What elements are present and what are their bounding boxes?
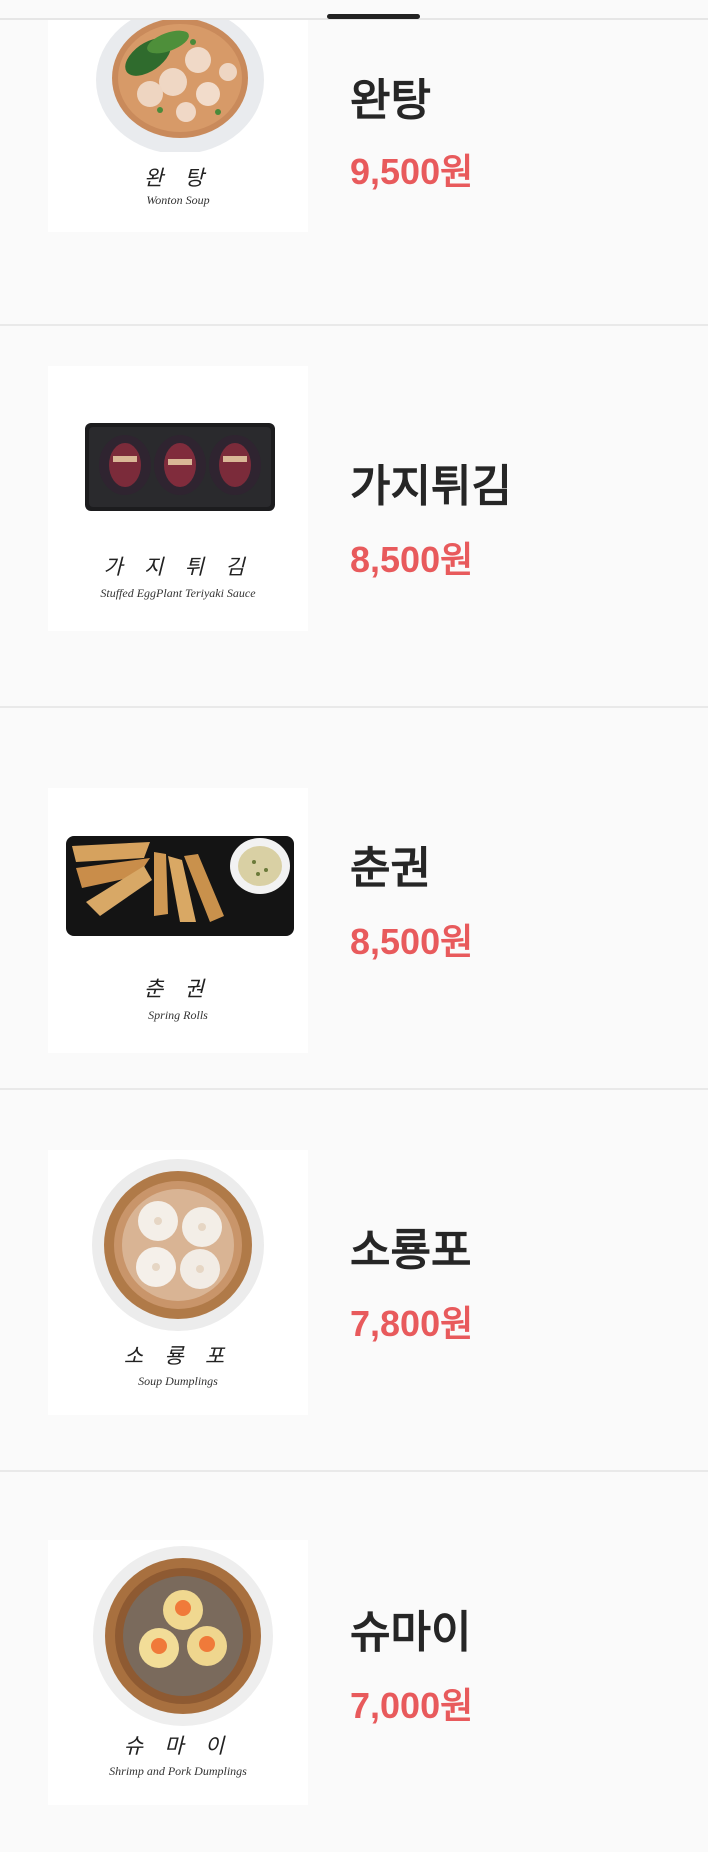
menu-price: 8,500원 [350, 539, 474, 580]
menu-name: 춘권 [350, 844, 431, 893]
menu-price: 8,500원 [350, 921, 474, 962]
menu-name: 완탕 [350, 76, 431, 125]
menu-name: 슈마이 [350, 1608, 472, 1657]
menu-item-wonton[interactable]: 완 탕 Wonton Soup 완탕 9,500원 [0, 0, 708, 326]
wonton-soup-photo [48, 2, 308, 152]
caption-english: Shrimp and Pork Dumplings [109, 1764, 247, 1778]
drag-handle[interactable] [327, 14, 420, 19]
menu-price: 7,800원 [350, 1303, 474, 1344]
caption-english: Wonton Soup [146, 193, 210, 207]
menu-photo-card[interactable]: 가 지 튀 김 Stuffed EggPlant Teriyaki Sauce [48, 366, 308, 631]
menu-price: 7,000원 [350, 1685, 474, 1726]
shumai-photo [48, 1540, 308, 1730]
soup-dumplings-photo [48, 1150, 308, 1340]
spring-rolls-photo [48, 788, 308, 978]
caption-korean: 소 룡 포 [123, 1344, 233, 1368]
menu-photo-card[interactable]: 슈 마 이 Shrimp and Pork Dumplings [48, 1540, 308, 1805]
menu-item-spring-rolls[interactable]: 춘 권 Spring Rolls 춘권 8,500원 [0, 708, 708, 1090]
menu-item-soup-dumplings[interactable]: 소 룡 포 Soup Dumplings 소룡포 7,800원 [0, 1090, 708, 1472]
caption-english: Spring Rolls [148, 1008, 208, 1022]
caption-korean: 완 탕 [144, 166, 212, 190]
caption-korean: 춘 권 [144, 977, 212, 1001]
menu-price: 9,500원 [350, 151, 474, 192]
menu-photo-card[interactable]: 완 탕 Wonton Soup [48, 2, 308, 232]
caption-korean: 가 지 튀 김 [103, 555, 253, 579]
caption-english: Stuffed EggPlant Teriyaki Sauce [100, 586, 256, 600]
top-bar [0, 0, 708, 20]
menu-name: 소룡포 [350, 1226, 472, 1275]
caption-english: Soup Dumplings [138, 1374, 218, 1388]
eggplant-photo [48, 366, 308, 556]
caption-korean: 슈 마 이 [123, 1734, 233, 1758]
menu-photo-card[interactable]: 춘 권 Spring Rolls [48, 788, 308, 1053]
menu-name: 가지튀김 [350, 462, 512, 511]
menu-photo-card[interactable]: 소 룡 포 Soup Dumplings [48, 1150, 308, 1415]
menu-item-eggplant[interactable]: 가 지 튀 김 Stuffed EggPlant Teriyaki Sauce … [0, 326, 708, 708]
menu-item-shumai[interactable]: 슈 마 이 Shrimp and Pork Dumplings 슈마이 7,00… [0, 1472, 708, 1852]
